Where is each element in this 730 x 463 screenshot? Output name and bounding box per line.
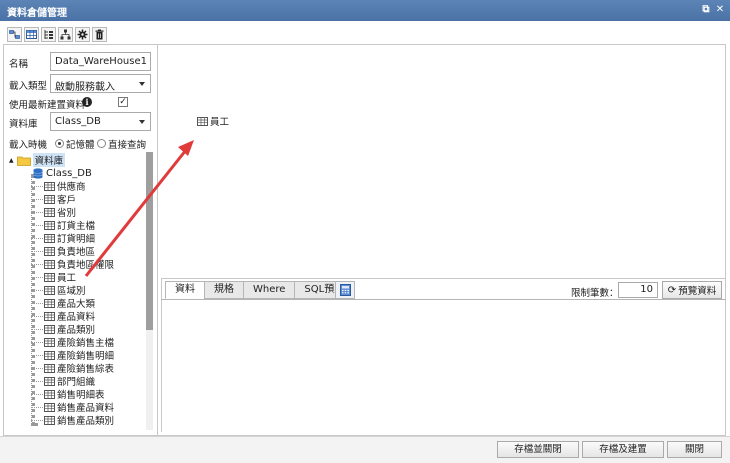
preview-data-button[interactable]: ⟳ 預覽資料 bbox=[662, 281, 722, 299]
arrow-head bbox=[178, 140, 194, 156]
refresh-icon: ⟳ bbox=[667, 284, 677, 296]
calculator-icon[interactable] bbox=[335, 281, 355, 299]
tab-0[interactable]: 資料 bbox=[165, 281, 205, 299]
save-build-button[interactable]: 存檔及建置 bbox=[582, 441, 664, 458]
close-button[interactable]: 關閉 bbox=[667, 441, 722, 458]
data-tabs: 資料 規格 Where SQL預覽 bbox=[165, 281, 355, 299]
tab-divider bbox=[161, 299, 726, 300]
save-close-button[interactable]: 存檔並關閉 bbox=[497, 441, 579, 458]
limit-input[interactable]: 10 bbox=[618, 282, 658, 298]
limit-label: 限制筆數： bbox=[571, 288, 619, 299]
arrow-shaft bbox=[84, 149, 188, 277]
preview-data-label: 預覽資料 bbox=[678, 286, 717, 297]
data-panel bbox=[161, 278, 726, 432]
tab-2[interactable]: Where bbox=[243, 281, 296, 299]
tab-1[interactable]: 規格 bbox=[204, 281, 244, 299]
